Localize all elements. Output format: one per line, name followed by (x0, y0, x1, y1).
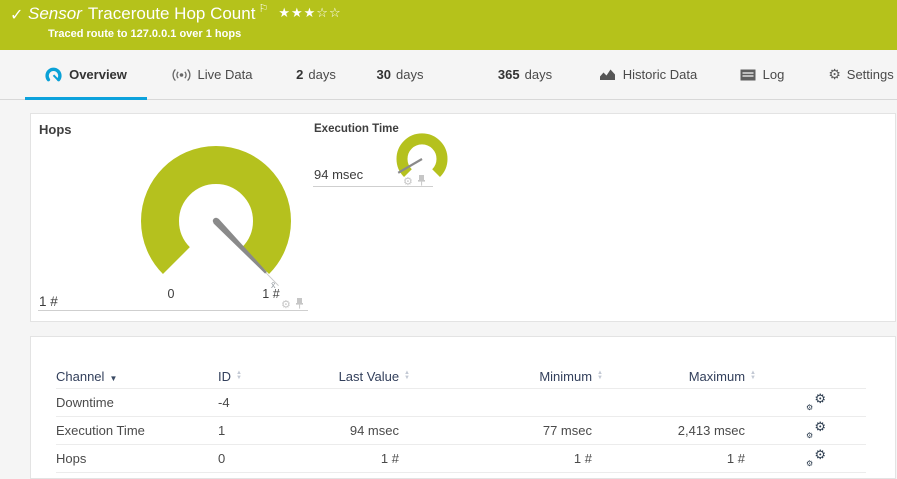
column-header-actions (770, 364, 866, 389)
cell-minimum (424, 388, 617, 417)
channel-settings-icon[interactable]: ⚙ ⚙ (806, 447, 826, 468)
gear-icon[interactable]: ⚙ (281, 299, 291, 311)
live-data-icon (171, 68, 191, 82)
status-ok-icon: ✓ (10, 7, 24, 24)
hops-widget-underline (38, 310, 308, 311)
table-row-downtime[interactable]: Downtime -4 ⚙ ⚙ (56, 388, 866, 417)
sort-icon: ▲ ▼ (236, 370, 242, 382)
execution-time-gauge-title: Execution Time (314, 123, 399, 135)
page-title: Traceroute Hop Count (87, 4, 256, 23)
cell-last-value: 94 msec (303, 416, 424, 445)
hops-gauge (141, 146, 291, 287)
needle-hub (212, 217, 220, 225)
tab-historic-data[interactable]: Historic Data (590, 50, 706, 99)
tab-365-days[interactable]: 365 days (488, 50, 562, 99)
sensor-kind-label: Sensor (28, 4, 82, 23)
execution-time-widget-icons: ⚙ (403, 173, 426, 191)
tab-live-data[interactable]: Live Data (166, 50, 258, 99)
channels-panel: Channel ▼ ID ▲ ▼ Last Value ▲ ▼ Minimum ▲ ▼ Max… (30, 336, 896, 479)
tab-unit: days (308, 67, 336, 82)
tab-label: Historic Data (622, 67, 698, 82)
gauge-arc (141, 146, 291, 275)
tab-label: Settings (846, 67, 894, 82)
cell-last-value: 1 # (303, 444, 424, 473)
table-header-row: Channel ▼ ID ▲ ▼ Last Value ▲ ▼ Minimum ▲ ▼ Max… (56, 364, 866, 389)
sort-icon: ▲ ▼ (404, 370, 410, 382)
tab-number: 2 (296, 67, 304, 82)
tab-2-days[interactable]: 2 days (288, 50, 344, 99)
priority-stars[interactable]: ★★★☆☆ (278, 5, 341, 20)
cell-minimum: 1 # (424, 444, 617, 473)
tab-unit: days (396, 67, 424, 82)
channel-settings-icon[interactable]: ⚙ ⚙ (806, 419, 826, 440)
sensor-status-message: Traced route to 127.0.0.1 over 1 hops (48, 28, 242, 40)
tab-log[interactable]: Log (732, 50, 792, 99)
sort-icon: ▲ ▼ (750, 370, 756, 382)
overview-gauges-panel: Hops x̄ 0 1 # 1 # ⚙ Execution Time 94 ms… (30, 113, 896, 322)
flag-icon[interactable]: ⚐ (258, 3, 268, 15)
tab-unit: days (524, 67, 553, 82)
tab-overview[interactable]: Overview (25, 50, 147, 100)
table-row-execution-time[interactable]: Execution Time 1 94 msec 77 msec 2,413 m… (56, 416, 866, 445)
tab-label: Log (762, 67, 785, 82)
column-header-minimum[interactable]: Minimum ▲ ▼ (424, 364, 617, 389)
settings-gear-icon: ⚙ (828, 66, 841, 82)
stars-filled: ★★★ (278, 5, 317, 20)
tab-strip: Overview Live Data 2 days 30 days 365 da… (0, 50, 897, 100)
stars-empty: ☆☆ (316, 5, 342, 20)
tab-number: 30 (376, 67, 391, 82)
sensor-banner: ✓ Sensor Traceroute Hop Count ⚐ ★★★☆☆ Trace… (0, 0, 897, 50)
cell-channel[interactable]: Hops (56, 444, 218, 473)
cell-maximum: 2,413 msec (617, 416, 770, 445)
table-row-hops[interactable]: Hops 0 1 # 1 # 1 # ⚙ ⚙ (56, 444, 866, 473)
cell-id: -4 (218, 388, 303, 417)
pin-icon[interactable] (295, 296, 304, 314)
channel-settings-icon[interactable]: ⚙ ⚙ (806, 391, 826, 412)
cell-maximum (617, 388, 770, 417)
hops-current-value: 1 # (39, 294, 58, 309)
cell-minimum: 77 msec (424, 416, 617, 445)
channels-table: Channel ▼ ID ▲ ▼ Last Value ▲ ▼ Minimum ▲ ▼ Max… (56, 364, 866, 473)
execution-time-current-value: 94 msec (314, 167, 364, 182)
cell-id: 1 (218, 416, 303, 445)
tab-settings[interactable]: ⚙ Settings (825, 50, 897, 99)
tab-label: Live Data (197, 67, 253, 82)
cell-channel[interactable]: Execution Time (56, 416, 218, 445)
cell-id: 0 (218, 444, 303, 473)
gauge-icon (45, 67, 62, 82)
column-header-id[interactable]: ID ▲ ▼ (218, 364, 303, 389)
sort-icon: ▲ ▼ (597, 370, 603, 382)
execution-time-widget-underline (313, 186, 433, 187)
column-header-last-value[interactable]: Last Value ▲ ▼ (303, 364, 424, 389)
cell-last-value (303, 388, 424, 417)
cell-channel[interactable]: Downtime (56, 388, 218, 417)
log-icon (740, 69, 756, 81)
column-header-channel[interactable]: Channel ▼ (56, 364, 218, 389)
sensor-title-row: Sensor Traceroute Hop Count ⚐ ★★★☆☆ (28, 3, 342, 24)
historic-chart-icon (599, 68, 616, 81)
hops-gauge-title: Hops (39, 122, 72, 137)
tab-label: Overview (69, 67, 127, 82)
tab-number: 365 (497, 67, 520, 82)
pin-icon[interactable] (417, 173, 426, 191)
hops-widget-icons: ⚙ (281, 296, 304, 314)
tab-30-days[interactable]: 30 days (368, 50, 432, 99)
hops-gauge-min-label: 0 (167, 287, 175, 301)
column-header-maximum[interactable]: Maximum ▲ ▼ (617, 364, 770, 389)
sort-desc-icon: ▼ (109, 373, 118, 383)
cell-maximum: 1 # (617, 444, 770, 473)
